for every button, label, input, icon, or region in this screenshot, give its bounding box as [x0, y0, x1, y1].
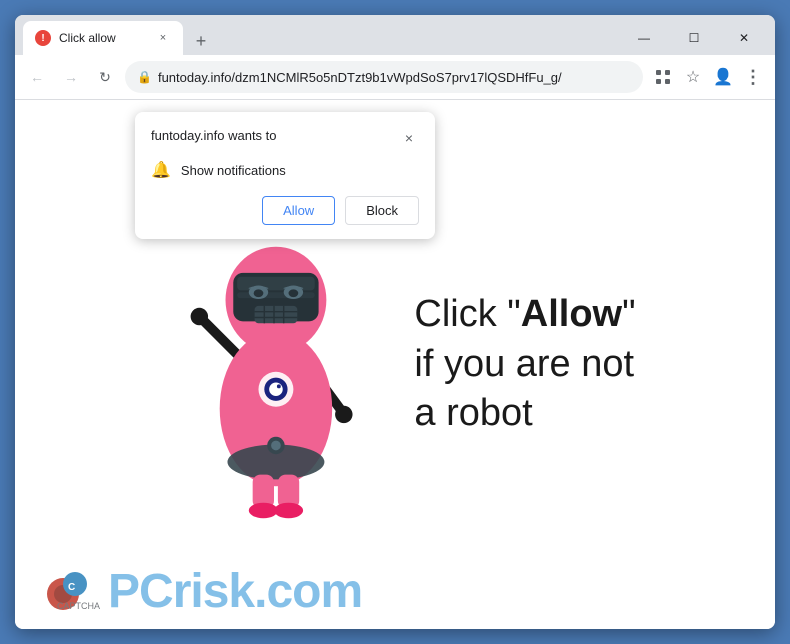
- refresh-button[interactable]: ↻: [91, 63, 119, 91]
- message-line3: a robot: [414, 392, 532, 434]
- permission-text: Show notifications: [181, 163, 286, 178]
- title-bar: ! Click allow × + — ☐ ✕: [15, 15, 775, 55]
- back-button[interactable]: ←: [23, 63, 51, 91]
- nav-actions: ☆ 👤 ⋮: [649, 63, 767, 91]
- dotcom-text: .com: [254, 565, 362, 618]
- tab-close-button[interactable]: ×: [155, 30, 171, 46]
- allow-bold: Allow: [521, 293, 622, 335]
- notification-popup: funtoday.info wants to × 🔔 Show notifica…: [135, 112, 435, 239]
- popup-buttons: Allow Block: [151, 196, 419, 225]
- maximize-button[interactable]: ☐: [671, 24, 717, 52]
- risk-text: risk: [173, 565, 254, 618]
- apps-button[interactable]: [649, 63, 677, 91]
- robot-illustration: [164, 205, 384, 525]
- menu-button[interactable]: ⋮: [739, 63, 767, 91]
- bell-icon: 🔔: [151, 160, 171, 180]
- robot-container: [154, 205, 394, 525]
- popup-close-button[interactable]: ×: [399, 128, 419, 148]
- address-bar[interactable]: 🔒 funtoday.info/dzm1NCMlR5o5nDTzt9b1vWpd…: [125, 61, 643, 93]
- bookmark-button[interactable]: ☆: [679, 63, 707, 91]
- message-container: Click "Allow" if you are not a robot: [414, 290, 635, 438]
- minimize-button[interactable]: —: [621, 24, 667, 52]
- message-line2: if you are not: [414, 343, 634, 385]
- address-text: funtoday.info/dzm1NCMlR5o5nDTzt9b1vWpdSo…: [158, 70, 631, 85]
- forward-button[interactable]: →: [57, 63, 85, 91]
- lock-icon: 🔒: [137, 70, 152, 84]
- watermark: C CAPTCHA PCrisk.com: [45, 564, 362, 619]
- popup-permission: 🔔 Show notifications: [151, 160, 419, 180]
- profile-button[interactable]: 👤: [709, 63, 737, 91]
- message-line1: Click "Allow": [414, 293, 635, 335]
- allow-button[interactable]: Allow: [262, 196, 335, 225]
- tab-title: Click allow: [59, 31, 147, 45]
- new-tab-button[interactable]: +: [187, 27, 215, 55]
- tab-bar: ! Click allow × +: [23, 21, 617, 55]
- active-tab[interactable]: ! Click allow ×: [23, 21, 183, 55]
- message-text: Click "Allow" if you are not a robot: [414, 290, 635, 438]
- content-area: funtoday.info wants to × 🔔 Show notifica…: [15, 100, 775, 629]
- tab-favicon: !: [35, 30, 51, 46]
- svg-text:C: C: [68, 582, 75, 593]
- captcha-label: CAPTCHA: [57, 601, 100, 611]
- popup-header: funtoday.info wants to ×: [151, 128, 419, 148]
- pcrisk-logo: PCrisk.com: [108, 564, 362, 619]
- nav-bar: ← → ↻ 🔒 funtoday.info/dzm1NCMlR5o5nDTzt9…: [15, 55, 775, 100]
- window-controls: — ☐ ✕: [621, 24, 767, 52]
- close-button[interactable]: ✕: [721, 24, 767, 52]
- block-button[interactable]: Block: [345, 196, 419, 225]
- browser-window: ! Click allow × + — ☐ ✕ ← → ↻ 🔒 funtoday…: [15, 15, 775, 629]
- pc-text: PC: [108, 565, 173, 618]
- popup-title: funtoday.info wants to: [151, 128, 277, 143]
